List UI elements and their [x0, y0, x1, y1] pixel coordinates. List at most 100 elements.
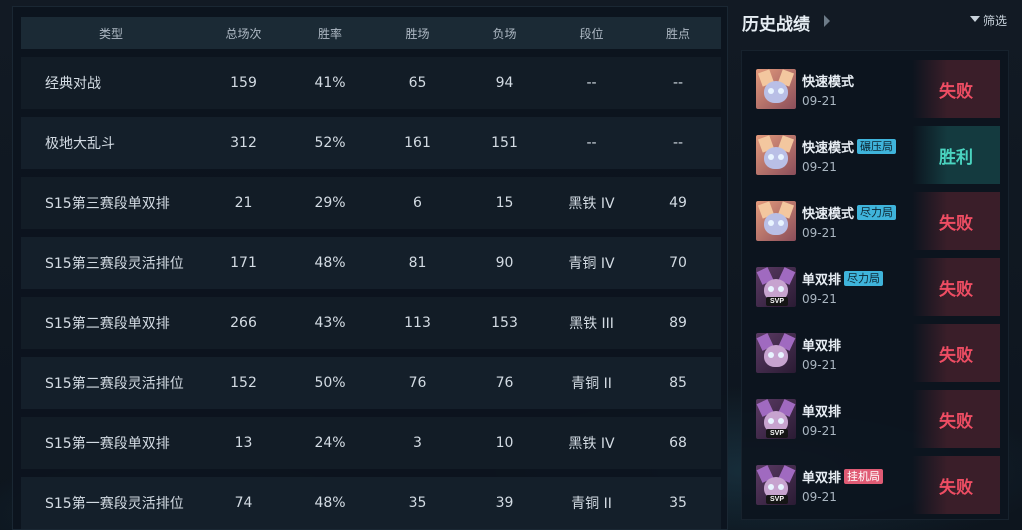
cell-losses: 94 [495, 75, 514, 91]
cell-type: S15第二赛段灵活排位 [45, 376, 184, 392]
match-mode: 单双排 [802, 272, 842, 288]
match-date: 09-21 [802, 489, 837, 504]
match-result: 失败 [912, 390, 1000, 448]
cell-wins: 113 [404, 315, 431, 331]
match-history-list: 快速模式 09-21 失败 快速模式 碾压局 09-21 胜利 快速模式 尽力局 [741, 50, 1009, 520]
cell-losses: 76 [495, 375, 514, 391]
cell-total: 21 [234, 195, 253, 211]
champion-icon: SVP [756, 399, 796, 439]
header-wins[interactable]: 胜场 [374, 25, 461, 42]
match-tag: 尽力局 [857, 204, 897, 220]
cell-losses: 153 [491, 315, 518, 331]
header-rate[interactable]: 胜率 [286, 25, 374, 42]
filter-label: 筛选 [983, 14, 1008, 28]
cell-losses: 90 [495, 255, 514, 271]
table-row[interactable]: S15第二赛段灵活排位 152 50% 76 76 青铜 II 85 [21, 357, 721, 409]
header-losses[interactable]: 负场 [461, 25, 548, 42]
cell-losses: 39 [495, 495, 514, 511]
cell-rate: 52% [314, 135, 346, 151]
cell-type: S15第一赛段单双排 [45, 436, 170, 452]
cell-points: -- [672, 135, 684, 151]
match-result: 失败 [912, 456, 1000, 514]
cell-total: 312 [230, 135, 257, 151]
champion-icon: SVP [756, 267, 796, 307]
cell-rate: 29% [314, 195, 346, 211]
table-row[interactable]: 极地大乱斗 312 52% 161 151 -- -- [21, 117, 721, 169]
match-date: 09-21 [802, 225, 837, 240]
table-header: 类型 总场次 胜率 胜场 负场 段位 胜点 [21, 17, 721, 49]
match-tag: 尽力局 [844, 270, 884, 286]
svp-badge: SVP [766, 297, 788, 306]
match-item[interactable]: 单双排 09-21 失败 [756, 324, 1000, 382]
header-type[interactable]: 类型 [21, 25, 201, 42]
table-row[interactable]: S15第三赛段灵活排位 171 48% 81 90 青铜 IV 70 [21, 237, 721, 289]
cell-points: 70 [669, 255, 687, 271]
cell-wins: 161 [404, 135, 431, 151]
cell-type: S15第一赛段灵活排位 [45, 496, 184, 512]
table-row[interactable]: S15第三赛段单双排 21 29% 6 15 黑铁 IV 49 [21, 177, 721, 229]
match-date: 09-21 [802, 291, 837, 306]
cell-wins: 76 [408, 375, 427, 391]
cell-points: 85 [669, 375, 687, 391]
table-row[interactable]: S15第一赛段灵活排位 74 48% 35 39 青铜 II 35 [21, 477, 721, 529]
match-result: 胜利 [912, 126, 1000, 184]
cell-type: S15第三赛段灵活排位 [45, 256, 184, 272]
match-date: 09-21 [802, 93, 837, 108]
cell-rate: 48% [314, 495, 346, 511]
header-points[interactable]: 胜点 [635, 25, 721, 42]
cell-type: 极地大乱斗 [45, 136, 115, 152]
cell-rank: 黑铁 III [569, 316, 614, 332]
cell-wins: 6 [413, 195, 422, 211]
stats-table: 类型 总场次 胜率 胜场 负场 段位 胜点 经典对战 159 41% 65 94… [21, 17, 721, 530]
match-tag: 挂机局 [844, 468, 884, 484]
match-mode: 快速模式 [802, 140, 855, 156]
history-title[interactable]: 历史战绩 [742, 10, 810, 35]
match-item[interactable]: SVP 单双排 尽力局 09-21 失败 [756, 258, 1000, 316]
match-mode: 单双排 [802, 404, 842, 420]
cell-total: 159 [230, 75, 257, 91]
table-row[interactable]: S15第一赛段单双排 13 24% 3 10 黑铁 IV 68 [21, 417, 721, 469]
table-body: 经典对战 159 41% 65 94 -- -- 极地大乱斗 312 52% 1… [21, 57, 721, 529]
filter-button[interactable]: 筛选 [970, 12, 1007, 29]
match-item[interactable]: SVP 单双排 09-21 失败 [756, 390, 1000, 448]
cell-total: 74 [234, 495, 253, 511]
match-result: 失败 [912, 192, 1000, 250]
cell-total: 13 [234, 435, 253, 451]
cell-points: 35 [669, 495, 687, 511]
cell-type: S15第二赛段单双排 [45, 316, 170, 332]
cell-rate: 24% [314, 435, 346, 451]
cell-rate: 43% [314, 315, 346, 331]
table-row[interactable]: 经典对战 159 41% 65 94 -- -- [21, 57, 721, 109]
cell-type: 经典对战 [45, 76, 101, 92]
header-rank[interactable]: 段位 [548, 25, 635, 42]
chevron-right-icon[interactable] [824, 15, 830, 27]
match-item[interactable]: SVP 单双排 挂机局 09-21 失败 [756, 456, 1000, 514]
cell-total: 171 [230, 255, 257, 271]
match-mode: 单双排 [802, 470, 842, 486]
svp-badge: SVP [766, 495, 788, 504]
match-item[interactable]: 快速模式 09-21 失败 [756, 60, 1000, 118]
cell-total: 266 [230, 315, 257, 331]
cell-rate: 50% [314, 375, 346, 391]
cell-type: S15第三赛段单双排 [45, 196, 170, 212]
match-result: 失败 [912, 324, 1000, 382]
match-item[interactable]: 快速模式 碾压局 09-21 胜利 [756, 126, 1000, 184]
stats-panel: 类型 总场次 胜率 胜场 负场 段位 胜点 经典对战 159 41% 65 94… [12, 6, 728, 530]
cell-wins: 3 [413, 435, 422, 451]
cell-rate: 48% [314, 255, 346, 271]
cell-rank: -- [586, 135, 597, 151]
table-row[interactable]: S15第二赛段单双排 266 43% 113 153 黑铁 III 89 [21, 297, 721, 349]
cell-rank: 青铜 II [571, 496, 612, 512]
filter-icon [970, 15, 980, 22]
cell-rank: 黑铁 IV [568, 436, 615, 452]
match-tag: 碾压局 [857, 138, 897, 154]
cell-points: 68 [669, 435, 687, 451]
header-total[interactable]: 总场次 [201, 25, 286, 42]
svp-badge: SVP [766, 429, 788, 438]
match-date: 09-21 [802, 423, 837, 438]
match-item[interactable]: 快速模式 尽力局 09-21 失败 [756, 192, 1000, 250]
champion-icon: SVP [756, 465, 796, 505]
match-result: 失败 [912, 258, 1000, 316]
cell-rate: 41% [314, 75, 346, 91]
cell-rank: 青铜 IV [568, 256, 615, 272]
